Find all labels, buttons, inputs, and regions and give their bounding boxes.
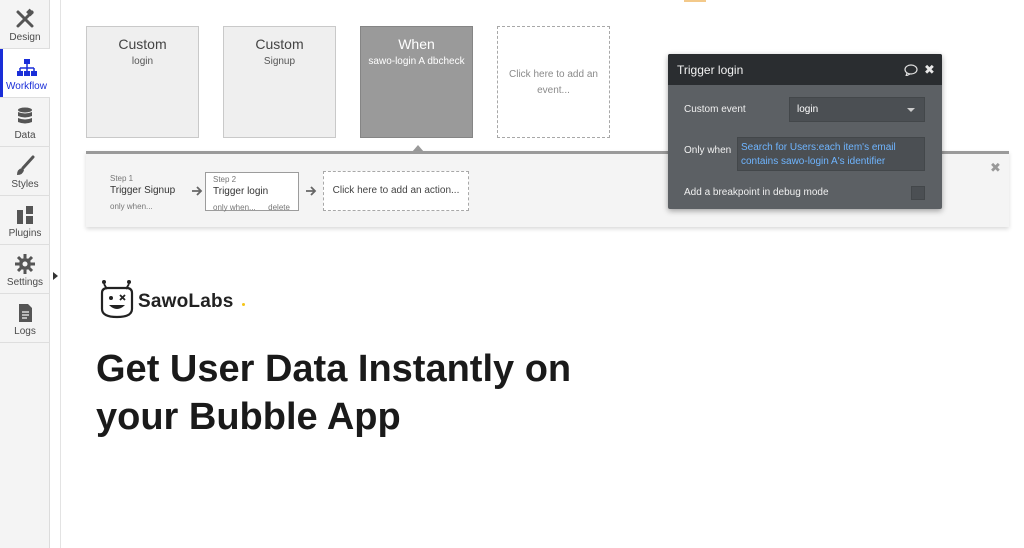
expression-line: contains sawo-login A's identifier (741, 156, 886, 167)
action-step-1[interactable]: Step 1 Trigger Signup only when... (110, 174, 190, 214)
comment-icon[interactable] (904, 64, 918, 76)
plugin-icon (17, 206, 33, 224)
sidebar-item-settings[interactable]: Settings (0, 245, 50, 293)
chevron-down-icon (907, 108, 915, 112)
add-action-button[interactable]: Click here to add an action... (323, 171, 469, 211)
custom-event-value: login (797, 104, 819, 115)
event-card-title: When (398, 36, 435, 52)
sidebar-item-logs[interactable]: Logs (0, 294, 50, 342)
delete-step-link[interactable]: delete (268, 203, 290, 212)
step-title: Trigger Signup (110, 185, 176, 196)
workflow-icon (16, 59, 37, 76)
sidebar-item-workflow[interactable]: Workflow (0, 49, 50, 97)
brand-name: SawoLabs (138, 291, 234, 312)
sidebar-item-data[interactable]: Data (0, 98, 50, 146)
event-card-custom-signup[interactable]: Custom Signup (223, 26, 336, 138)
sidebar-divider (0, 342, 50, 343)
event-card-subtitle: Signup (263, 56, 296, 67)
add-event-label: Click here to add an event... (509, 69, 598, 96)
database-icon (18, 107, 32, 124)
add-event-card[interactable]: Click here to add an event... (497, 26, 610, 138)
top-accent-bar (684, 0, 706, 2)
arrow-right-icon (306, 186, 317, 196)
event-card-subtitle: sawo-login A dbcheck (368, 56, 465, 67)
custom-event-label: Custom event (684, 104, 746, 115)
sidebar-item-label: Styles (11, 179, 39, 190)
step-condition[interactable]: only when... (213, 203, 256, 212)
only-when-label: Only when (684, 145, 732, 156)
gear-icon (15, 254, 35, 274)
brush-icon (17, 155, 35, 175)
step-number: Step 2 (213, 175, 237, 184)
breakpoint-label: Add a breakpoint in debug mode (684, 187, 829, 198)
headline-line: your Bubble App (96, 396, 401, 438)
sidebar-item-label: Workflow (6, 81, 47, 92)
page-headline: Get User Data Instantly on your Bubble A… (96, 345, 656, 441)
sawolabs-mascot-icon (100, 280, 134, 319)
step-number: Step 1 (110, 174, 134, 183)
sidebar-item-label: Settings (6, 277, 44, 288)
close-icon[interactable]: ✖ (924, 62, 935, 78)
brand-accent-dot (242, 303, 245, 306)
event-card-title: Custom (255, 36, 304, 52)
sidebar-item-styles[interactable]: Styles (0, 147, 50, 195)
editor-sidebar: Design Workflow Data Styles Plugins Sett… (0, 0, 50, 548)
sidebar-item-label: Design (9, 32, 41, 43)
canvas-divider (60, 0, 61, 548)
sidebar-item-label: Plugins (8, 228, 42, 239)
sidebar-item-plugins[interactable]: Plugins (0, 196, 50, 244)
document-icon (19, 304, 32, 322)
collapse-sidebar-arrow-icon[interactable] (53, 272, 58, 280)
sidebar-item-label: Logs (14, 326, 36, 337)
design-tools-icon (16, 8, 34, 28)
event-card-subtitle: login (131, 56, 154, 67)
sidebar-item-design[interactable]: Design (0, 0, 50, 48)
custom-event-dropdown[interactable]: login (789, 97, 925, 122)
arrow-right-icon (192, 186, 203, 196)
event-card-custom-login[interactable]: Custom login (86, 26, 199, 138)
property-editor: Trigger login ✖ Custom event login Only … (668, 54, 942, 209)
breakpoint-checkbox[interactable] (911, 186, 925, 200)
step-condition: only when... (110, 202, 153, 211)
expression-line: Search for Users:each item's email (741, 142, 896, 153)
only-when-expression-field[interactable]: Search for Users:each item's email conta… (737, 137, 925, 171)
action-step-2[interactable]: Step 2 Trigger login only when... delete (205, 172, 299, 212)
property-editor-title: Trigger login (677, 63, 744, 77)
property-editor-header[interactable]: Trigger login ✖ (668, 54, 942, 85)
sidebar-item-label: Data (14, 130, 36, 141)
event-card-when-dbcheck[interactable]: When sawo-login A dbcheck (360, 26, 473, 138)
headline-line: Get User Data Instantly on (96, 348, 572, 390)
close-icon[interactable]: ✖ (990, 160, 1001, 176)
step-title: Trigger login (213, 186, 269, 197)
event-card-title: Custom (118, 36, 167, 52)
